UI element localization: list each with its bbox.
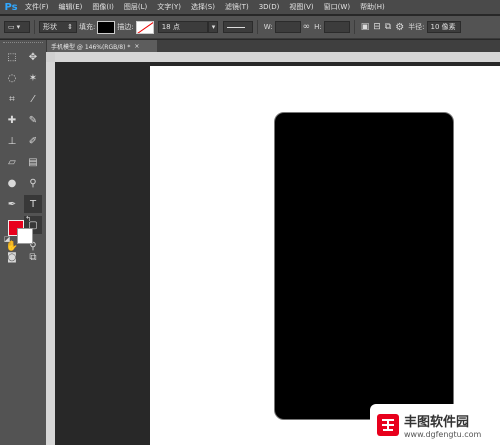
radius-value: 10 像素	[430, 23, 456, 31]
clone-stamp-tool-icon[interactable]: ⊥	[3, 132, 21, 150]
options-bar: ▭ ▾ 形状 ⇕ 填充: 描边: 18 点 ▾ W: ∞ H: ▣ ⊟ ⧉ ⚙ 半径…	[0, 16, 500, 39]
menu-3d[interactable]: 3D(D)	[254, 3, 285, 11]
fill-swatch[interactable]	[97, 20, 116, 34]
shape-mode-value: 形状	[43, 23, 57, 31]
healing-brush-tool-icon[interactable]: ✚	[3, 111, 21, 129]
document-tab-title: 手机模型 @ 146%(RGB/8) *	[51, 43, 131, 51]
eyedropper-tool-icon[interactable]: ⁄	[24, 90, 42, 108]
watermark-badge: 丰图软件园 www.dgfengtu.com	[370, 404, 500, 445]
magic-wand-tool-icon[interactable]: ✶	[24, 69, 42, 87]
eraser-tool-icon[interactable]: ▱	[3, 153, 21, 171]
fill-label: 填充:	[79, 23, 96, 31]
blur-tool-icon[interactable]: ●	[3, 174, 21, 192]
menu-type[interactable]: 文字(Y)	[152, 2, 186, 12]
menu-edit[interactable]: 编辑(E)	[54, 2, 88, 12]
swap-colors-icon[interactable]: ↰	[23, 214, 33, 224]
menu-help[interactable]: 帮助(H)	[355, 2, 390, 12]
gradient-tool-icon[interactable]: ▤	[24, 153, 42, 171]
type-tool-icon[interactable]: T	[24, 195, 42, 213]
history-brush-tool-icon[interactable]: ✐	[24, 132, 42, 150]
gear-icon[interactable]: ⚙	[395, 22, 404, 33]
watermark-logo-icon	[377, 413, 399, 436]
marquee-tool-icon[interactable]: ⬚	[3, 48, 21, 66]
stroke-type-select[interactable]	[222, 21, 253, 33]
brush-tool-icon[interactable]: ✎	[24, 111, 42, 129]
dodge-tool-icon[interactable]: ⚲	[24, 174, 42, 192]
default-colors-icon[interactable]: ◪	[2, 234, 12, 244]
no-color-slash-icon	[136, 21, 153, 33]
stroke-size-value: 18 点	[161, 23, 180, 31]
move-tool-icon[interactable]: ✥	[24, 48, 42, 66]
divider	[256, 20, 258, 34]
ruler-origin[interactable]	[46, 52, 55, 62]
height-input[interactable]	[323, 21, 350, 33]
tool-preset-picker[interactable]: ▭ ▾	[4, 21, 30, 33]
menu-bar: Ps 文件(F) 编辑(E) 图像(I) 图层(L) 文字(Y) 选择(S) 滤…	[0, 0, 500, 14]
divider	[353, 20, 355, 34]
stroke-line-icon	[226, 26, 245, 28]
pen-tool-icon[interactable]: ✒	[3, 195, 21, 213]
screen-mode-icon[interactable]: ⧉	[24, 248, 42, 266]
radius-input[interactable]: 10 像素	[426, 21, 461, 33]
app-logo: Ps	[4, 1, 18, 13]
lasso-tool-icon[interactable]: ◌	[3, 69, 21, 87]
menu-filter[interactable]: 滤镜(T)	[220, 2, 254, 12]
crop-tool-icon[interactable]: ⌗	[3, 90, 21, 108]
document-tab[interactable]: 手机模型 @ 146%(RGB/8) * ×	[47, 40, 157, 52]
shape-mode-select[interactable]: 形状 ⇕	[39, 21, 77, 33]
menu-layer[interactable]: 图层(L)	[119, 2, 152, 12]
stroke-none-swatch[interactable]	[135, 20, 154, 34]
close-icon[interactable]: ×	[134, 43, 139, 50]
stroke-size-input[interactable]: 18 点	[157, 21, 208, 33]
height-label: H:	[314, 23, 322, 31]
menu-view[interactable]: 视图(V)	[284, 2, 318, 12]
link-icon[interactable]: ∞	[303, 22, 311, 32]
watermark-url: www.dgfengtu.com	[404, 429, 482, 439]
panel-grip[interactable]	[3, 42, 43, 46]
background-color-swatch[interactable]	[17, 228, 33, 244]
menu-file[interactable]: 文件(F)	[20, 2, 54, 12]
rounded-rect-icon: ▭	[8, 23, 15, 31]
watermark-title: 丰图软件园	[404, 414, 470, 430]
rounded-rectangle-shape[interactable]	[274, 112, 454, 420]
divider	[34, 20, 35, 34]
path-arrangement-icon[interactable]: ⧉	[385, 22, 391, 32]
tools-panel: ⬚ ✥ ◌ ✶ ⌗ ⁄ ✚ ✎ ⊥ ✐ ▱ ▤ ● ⚲ ✒ T ➤ ▢ ✋ ⚲ …	[0, 40, 47, 445]
chevron-down-icon: ▾	[16, 23, 21, 31]
radius-label: 半径:	[408, 23, 425, 31]
path-operations-icon[interactable]: ▣	[361, 22, 370, 32]
stroke-label: 描边:	[117, 23, 134, 31]
menu-image[interactable]: 图像(I)	[87, 2, 119, 12]
width-label: W:	[263, 23, 273, 31]
stroke-size-dropdown[interactable]: ▾	[207, 21, 218, 33]
chevron-down-icon: ⇕	[67, 23, 73, 31]
menu-window[interactable]: 窗口(W)	[319, 2, 355, 12]
width-input[interactable]	[274, 21, 301, 33]
quick-mask-icon[interactable]: ◙	[3, 248, 21, 266]
chevron-down-icon: ▾	[211, 23, 216, 31]
path-alignment-icon[interactable]: ⊟	[373, 22, 381, 32]
document-tab-bar: 手机模型 @ 146%(RGB/8) * ×	[47, 40, 500, 52]
menu-select[interactable]: 选择(S)	[186, 2, 220, 12]
